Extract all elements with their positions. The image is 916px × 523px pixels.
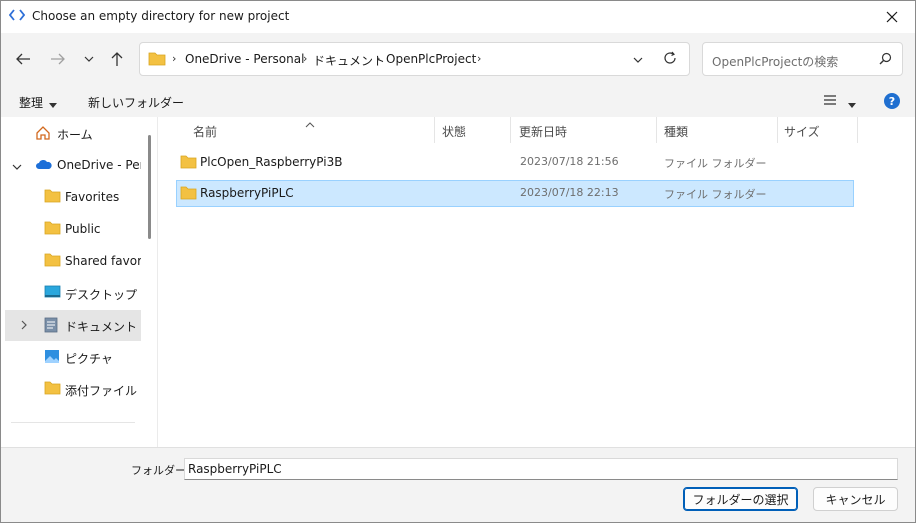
cloud-icon [35,157,52,173]
sidebar-item-documents[interactable]: ドキュメント [5,310,141,341]
sidebar-item-shared-favorites[interactable]: Shared favorite [5,246,141,277]
command-bar: 整理 新しいフォルダー ? [1,85,915,117]
folder-icon [44,253,61,269]
cancel-button[interactable]: キャンセル [813,487,898,511]
picture-icon [44,349,60,365]
column-header-modified[interactable]: 更新日時 [519,123,567,140]
folder-icon [180,186,197,203]
file-list: 名前 状態 更新日時 種類 サイズ PlcOpen_RaspberryPi3B … [159,117,915,447]
column-header-size[interactable]: サイズ [784,123,820,140]
folder-name-input[interactable] [184,458,898,480]
recent-locations-button[interactable] [77,47,101,71]
table-row[interactable]: RaspberryPiPLC 2023/07/18 22:13 ファイル フォル… [176,180,854,207]
file-name: RaspberryPiPLC [200,186,294,200]
chevron-right-icon: › [172,52,177,65]
title-bar: Choose an empty directory for new projec… [1,1,915,33]
search-input[interactable]: OpenPlcProjectの検索 [712,53,838,70]
folder-icon [44,221,61,237]
arrow-up-icon [111,52,123,66]
column-divider[interactable] [777,117,778,143]
column-divider[interactable] [510,117,511,143]
arrow-right-icon [51,53,65,65]
navigation-pane: ホーム OneDrive - Perso Favorites Public [1,117,158,447]
select-folder-button[interactable]: フォルダーの選択 [683,487,798,511]
desktop-icon [44,285,61,301]
view-options-button[interactable] [823,94,837,109]
new-folder-button[interactable]: 新しいフォルダー [88,94,184,111]
chevron-down-icon [84,56,94,62]
sort-ascending-icon [305,117,315,131]
file-type: ファイル フォルダー [664,188,767,201]
folder-icon [148,51,166,69]
address-bar[interactable]: › OneDrive - Personal › ドキュメント › OpenPlc… [139,42,690,76]
column-divider[interactable] [434,117,435,143]
table-row[interactable]: PlcOpen_RaspberryPi3B 2023/07/18 21:56 フ… [176,149,854,176]
column-header-name[interactable]: 名前 [193,123,217,140]
navigation-divider [11,422,135,423]
dialog-footer: フォルダー: フォルダーの選択 キャンセル [1,447,915,522]
folder-icon [44,189,61,205]
chevron-right-icon: › [303,52,308,65]
folder-picker-dialog: Choose an empty directory for new projec… [0,0,916,523]
file-name: PlcOpen_RaspberryPi3B [200,155,343,169]
breadcrumb-documents[interactable]: ドキュメント [313,52,385,69]
file-modified: 2023/07/18 21:56 [520,155,619,168]
sidebar-item-desktop[interactable]: デスクトップ [5,278,141,309]
sidebar-item-favorites[interactable]: Favorites [5,182,141,213]
column-divider[interactable] [857,117,858,143]
column-divider[interactable] [656,117,657,143]
caret-down-icon[interactable] [848,97,856,111]
close-icon [886,11,898,23]
forward-button[interactable] [46,47,70,71]
help-button[interactable]: ? [884,93,900,109]
breadcrumb-onedrive[interactable]: OneDrive - Personal [185,52,304,66]
column-header-status[interactable]: 状態 [442,123,466,140]
sidebar-item-attachments[interactable]: 添付ファイル [5,374,141,405]
close-button[interactable] [869,1,915,33]
navigation-bar: › OneDrive - Personal › ドキュメント › OpenPlc… [1,33,915,85]
home-icon [35,125,51,141]
sidebar-item-home[interactable]: ホーム [5,118,141,149]
address-history-dropdown[interactable] [633,52,643,66]
sidebar-item-pictures[interactable]: ピクチャ [5,342,141,373]
navigation-pane-scrollbar[interactable] [148,135,151,239]
folder-field-label: フォルダー: [131,464,190,477]
chevron-right-icon: › [376,52,381,65]
list-view-icon [824,95,836,105]
breadcrumb-openplcproject[interactable]: OpenPlcProject [386,52,476,66]
sidebar-item-public[interactable]: Public [5,214,141,245]
help-icon: ? [888,94,896,108]
window-title: Choose an empty directory for new projec… [32,9,290,23]
up-button[interactable] [105,47,129,71]
refresh-button[interactable] [663,51,677,68]
document-icon [44,317,60,333]
chevron-down-icon[interactable] [12,159,22,173]
search-box[interactable]: OpenPlcProjectの検索 [702,42,903,76]
file-type: ファイル フォルダー [664,157,767,170]
caret-down-icon [49,97,57,111]
search-icon [879,52,892,68]
back-button[interactable] [11,47,35,71]
chevron-right-icon: › [477,52,482,65]
sidebar-item-onedrive[interactable]: OneDrive - Perso [5,150,141,181]
arrow-left-icon [16,53,30,65]
refresh-icon [664,51,676,64]
column-header-type[interactable]: 種類 [664,123,688,140]
chevron-down-icon [633,57,643,63]
folder-icon [44,381,61,397]
folder-icon [180,155,197,172]
organize-button[interactable]: 整理 [19,94,43,111]
vscode-icon [8,8,27,24]
chevron-right-icon[interactable] [21,319,27,333]
file-modified: 2023/07/18 22:13 [520,186,619,199]
